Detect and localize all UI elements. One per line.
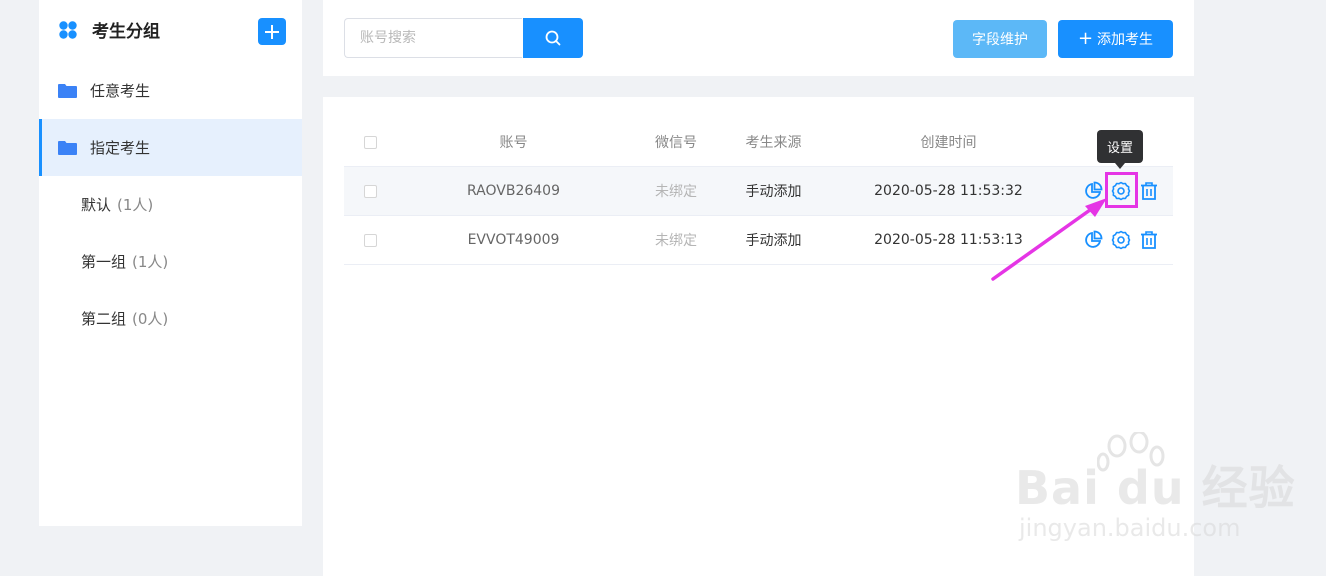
sidebar-item-label: 第二组 — [81, 310, 127, 328]
column-header-account: 账号 — [499, 135, 528, 151]
sidebar-item-label: 默认 — [81, 196, 112, 214]
sidebar-item-designated-examinee[interactable]: 指定考生 — [39, 119, 302, 176]
plus-icon: + — [1077, 28, 1094, 49]
account-cell: EVVOT49009 — [467, 232, 560, 248]
trash-icon[interactable] — [1138, 180, 1160, 202]
search-icon — [545, 30, 561, 46]
sidebar-title: 考生分组 — [92, 22, 160, 42]
sidebar-header: 考生分组 — [39, 0, 302, 62]
select-all-checkbox[interactable] — [363, 135, 377, 149]
row-actions — [1071, 216, 1173, 264]
account-search-input[interactable] — [344, 18, 522, 58]
wechat-cell: 未绑定 — [655, 184, 697, 200]
sidebar-item-label: 第一组 — [81, 253, 127, 271]
chart-icon[interactable] — [1082, 229, 1104, 251]
sidebar-item-group-two[interactable]: 第二组 (0人) — [39, 290, 302, 347]
watermark-text: Bai du 经验 — [1015, 461, 1296, 515]
wechat-cell: 未绑定 — [655, 233, 697, 249]
add-examinee-label: 添加考生 — [1097, 32, 1154, 48]
table-header-row: 账号 微信号 考生来源 创建时间 — [344, 118, 1173, 167]
table-row: RAOVB26409 未绑定 手动添加 2020-05-28 11:53:32 — [344, 167, 1173, 216]
folder-icon — [58, 140, 77, 155]
account-cell: RAOVB26409 — [467, 183, 560, 199]
table-row: EVVOT49009 未绑定 手动添加 2020-05-28 11:53:13 — [344, 216, 1173, 265]
trash-icon[interactable] — [1138, 229, 1160, 251]
sidebar-item-any-examinee[interactable]: 任意考生 — [39, 62, 302, 119]
baidu-watermark-logo: Bai du 经验 jingyan.baidu.com — [1015, 432, 1295, 552]
source-cell: 手动添加 — [745, 184, 802, 200]
row-actions — [1071, 167, 1173, 215]
sidebar-item-label: 任意考生 — [90, 82, 151, 100]
row-checkbox[interactable] — [363, 233, 377, 247]
add-examinee-button[interactable]: + 添加考生 — [1058, 20, 1173, 58]
examinee-table: 账号 微信号 考生来源 创建时间 RAOVB26409 未绑定 手动添加 202… — [344, 118, 1173, 265]
settings-tooltip: 设置 — [1097, 130, 1143, 169]
sidebar-item-group-one[interactable]: 第一组 (1人) — [39, 233, 302, 290]
chart-icon[interactable] — [1082, 180, 1104, 202]
source-cell: 手动添加 — [745, 233, 802, 249]
watermark-subtext: jingyan.baidu.com — [1019, 514, 1241, 542]
sidebar-item-default-group[interactable]: 默认 (1人) — [39, 176, 302, 233]
gear-icon[interactable] — [1110, 180, 1132, 202]
created-time-cell: 2020-05-28 11:53:32 — [874, 183, 1023, 199]
column-header-wechat: 微信号 — [655, 135, 697, 151]
created-time-cell: 2020-05-28 11:53:13 — [874, 232, 1023, 248]
group-count: (0人) — [132, 310, 169, 328]
gear-icon[interactable] — [1110, 229, 1132, 251]
folder-icon — [58, 83, 77, 98]
column-header-source: 考生来源 — [745, 135, 802, 151]
sidebar-item-label: 指定考生 — [90, 139, 151, 157]
column-header-created: 创建时间 — [920, 135, 977, 151]
group-count: (1人) — [117, 196, 154, 214]
four-dots-logo-icon — [59, 21, 77, 39]
group-count: (1人) — [132, 253, 169, 271]
search-button[interactable] — [523, 18, 583, 58]
add-group-button[interactable] — [258, 18, 286, 45]
group-sidebar: 考生分组 任意考生 指定考生 默认 (1人) 第一组 (1人) 第二组 (0人) — [39, 0, 302, 526]
row-checkbox[interactable] — [363, 184, 377, 198]
toolbar-panel: 字段维护 + 添加考生 — [323, 0, 1194, 76]
field-maintenance-button[interactable]: 字段维护 — [953, 20, 1047, 58]
